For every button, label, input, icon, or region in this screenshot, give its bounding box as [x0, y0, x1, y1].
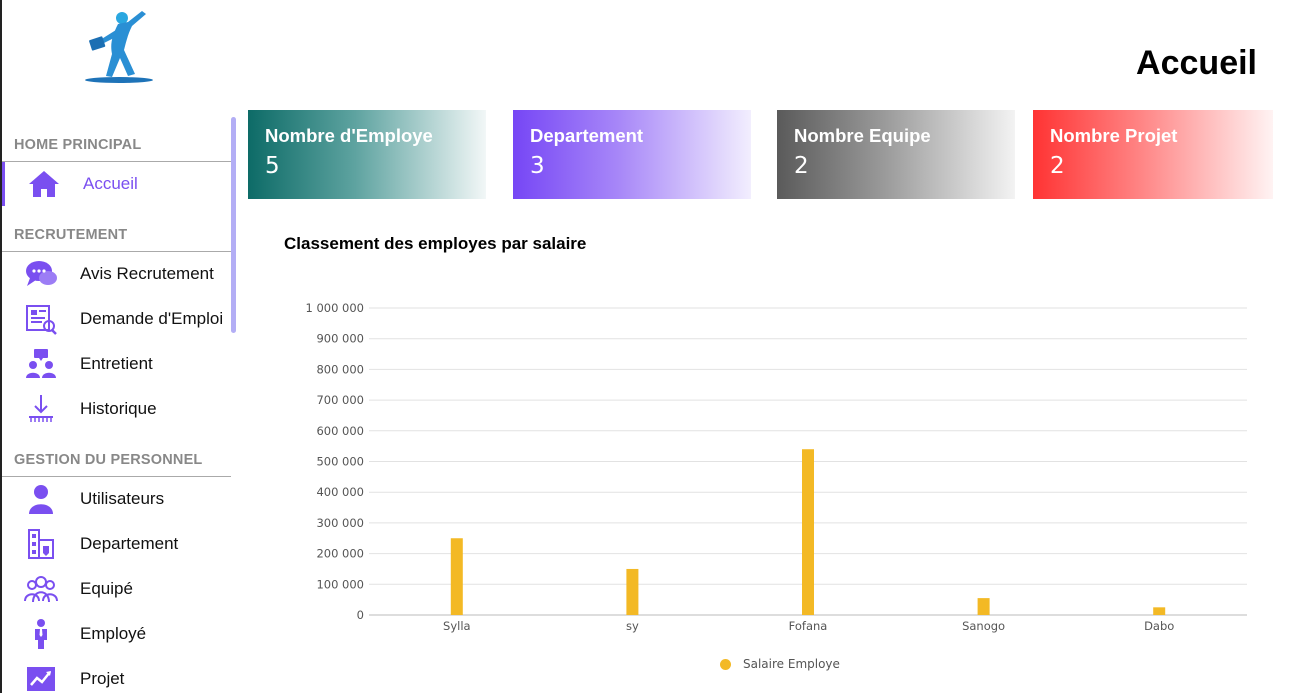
sidebar-item-entretient[interactable]: Entretient	[2, 342, 231, 386]
bar	[802, 449, 814, 615]
bar	[450, 538, 463, 615]
page-title: Accueil	[1136, 44, 1257, 82]
stat-card-projet[interactable]: Nombre Projet 2	[1033, 110, 1273, 199]
bar	[1153, 607, 1166, 615]
sidebar-item-label: Utilisateurs	[80, 489, 165, 508]
sidebar-item-label: Accueil	[83, 174, 138, 193]
y-tick-label: 900 000	[316, 332, 364, 346]
app-logo[interactable]	[82, 10, 162, 88]
y-tick-label: 100 000	[316, 577, 364, 591]
sidebar-item-equipe[interactable]: Equipé	[2, 567, 231, 611]
sidebar-item-label: Projet	[80, 669, 125, 688]
stat-card-value: 2	[1050, 153, 1065, 179]
section-title-gestion-personnel: GESTION DU PERSONNEL	[14, 452, 203, 468]
y-tick-label: 800 000	[316, 362, 364, 376]
sidebar-item-label: Equipé	[80, 579, 133, 598]
stat-card-value: 3	[530, 153, 545, 179]
employee-icon	[24, 618, 58, 650]
sidebar-item-avis-recrutement[interactable]: Avis Recrutement	[2, 252, 231, 296]
y-tick-label: 400 000	[316, 485, 364, 499]
x-tick-label: sy	[626, 619, 639, 633]
x-tick-label: Sylla	[443, 619, 471, 633]
user-icon	[24, 483, 58, 515]
sidebar-item-departement[interactable]: Departement	[2, 522, 231, 566]
y-tick-label: 600 000	[316, 424, 364, 438]
building-icon	[24, 528, 58, 560]
sidebar-item-label: Historique	[80, 399, 157, 418]
stat-card-label: Nombre d'Employe	[265, 125, 433, 146]
stat-card-employes[interactable]: Nombre d'Employe 5	[248, 110, 486, 199]
sidebar: HOME PRINCIPAL Accueil RECRUTEMENT Avis …	[2, 0, 236, 693]
chart-title: Classement des employes par salaire	[284, 234, 587, 253]
stat-card-departement[interactable]: Departement 3	[513, 110, 751, 199]
sidebar-item-label: Avis Recrutement	[80, 264, 214, 283]
sidebar-item-historique[interactable]: Historique	[2, 387, 231, 431]
sidebar-scrollbar[interactable]	[231, 117, 236, 333]
sidebar-item-label: Employé	[80, 624, 147, 643]
chart-legend[interactable]: Salaire Employe	[720, 657, 840, 671]
sidebar-item-label: Departement	[80, 534, 179, 553]
sidebar-item-demande-emploi[interactable]: Demande d'Emploi	[2, 297, 231, 341]
x-tick-label: Dabo	[1144, 619, 1174, 633]
sidebar-item-label: Entretient	[80, 354, 153, 373]
y-tick-label: 700 000	[316, 393, 364, 407]
section-title-recrutement: RECRUTEMENT	[14, 227, 128, 243]
stat-card-label: Departement	[530, 125, 644, 146]
application-form-icon	[24, 303, 58, 335]
stat-card-label: Nombre Equipe	[794, 125, 931, 146]
sidebar-item-utilisateurs[interactable]: Utilisateurs	[2, 477, 231, 521]
chat-bubbles-icon	[24, 258, 58, 290]
sidebar-item-employe[interactable]: Employé	[2, 612, 231, 656]
project-chart-icon	[24, 663, 58, 693]
y-tick-label: 500 000	[316, 455, 364, 469]
history-download-icon	[24, 393, 58, 425]
bar	[977, 598, 990, 615]
sidebar-item-label: Demande d'Emploi	[80, 309, 224, 328]
y-tick-label: 200 000	[316, 547, 364, 561]
legend-label: Salaire Employe	[743, 657, 840, 671]
x-tick-label: Sanogo	[962, 619, 1005, 633]
y-tick-label: 1 000 000	[305, 301, 364, 315]
y-tick-label: 0	[357, 608, 364, 622]
stat-card-value: 5	[265, 153, 280, 179]
home-icon	[27, 168, 61, 200]
x-tick-label: Fofana	[789, 619, 828, 633]
y-tick-label: 300 000	[316, 516, 364, 530]
sidebar-item-projet[interactable]: Projet	[2, 657, 231, 693]
bar	[626, 568, 639, 615]
team-icon	[24, 573, 58, 605]
legend-marker	[720, 658, 731, 670]
section-title-home: HOME PRINCIPAL	[14, 137, 142, 153]
interview-icon	[24, 348, 58, 380]
stat-card-value: 2	[794, 153, 809, 179]
stat-card-equipe[interactable]: Nombre Equipe 2	[777, 110, 1015, 199]
sidebar-item-accueil[interactable]: Accueil	[2, 162, 231, 206]
salary-bar-chart: 0 100 000 200 000 300 000 400 000 500 000 600 …	[305, 301, 1247, 633]
stat-card-label: Nombre Projet	[1050, 125, 1178, 146]
